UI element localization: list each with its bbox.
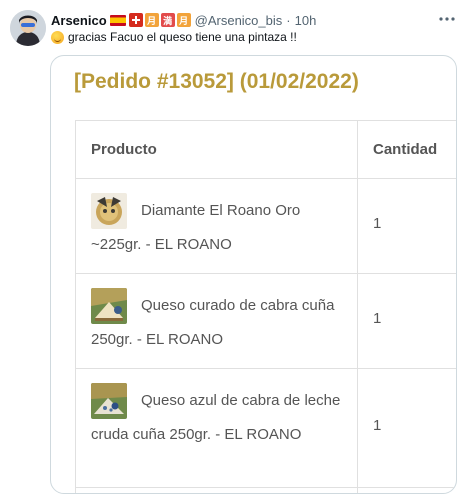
tweet-header: Arsenico 月 満 月 @Arsenico_bis · 10h bbox=[51, 11, 316, 29]
separator-dot: · bbox=[286, 12, 291, 28]
product-cell: Queso curado de cabra cuña 250gr. - EL R… bbox=[91, 288, 341, 356]
avatar-image-icon bbox=[10, 10, 46, 46]
more-icon bbox=[439, 17, 455, 21]
table-row: Queso curado de cabra cuña 250gr. - EL R… bbox=[76, 274, 456, 369]
display-name[interactable]: Arsenico bbox=[51, 13, 107, 28]
order-title: [Pedido #13052] (01/02/2022) bbox=[74, 70, 359, 93]
table-row: Queso azul de cabra de leche cruda cuña … bbox=[76, 369, 456, 488]
kanji-month-icon: 月 bbox=[176, 13, 191, 27]
avatar[interactable] bbox=[10, 10, 46, 46]
attached-image-card[interactable]: [Pedido #13052] (01/02/2022) Producto Ca… bbox=[50, 55, 457, 494]
more-options-button[interactable] bbox=[438, 10, 456, 28]
spain-flag-icon bbox=[109, 14, 126, 26]
tweet-text-content: gracias Facuo el queso tiene una pintaza… bbox=[68, 30, 297, 44]
table-header-row: Producto Cantidad bbox=[76, 121, 456, 179]
table-row: Diamante El Roano Oro ~225gr. - EL ROANO… bbox=[76, 179, 456, 274]
cheese-wedge-thumbnail bbox=[91, 288, 127, 324]
product-cell: Queso azul de cabra de leche cruda cuña … bbox=[91, 383, 341, 451]
product-name: Queso azul de cabra de leche cruda cuña … bbox=[91, 391, 341, 443]
column-header-producto: Producto bbox=[91, 141, 157, 158]
tweet-text: gracias Facuo el queso tiene una pintaza… bbox=[51, 30, 297, 44]
product-name: Queso curado de cabra cuña 250gr. - EL R… bbox=[91, 296, 335, 348]
cheese-wheel-thumbnail bbox=[91, 193, 127, 229]
quantity-cell: 1 bbox=[373, 310, 382, 327]
kanji-month-icon: 月 bbox=[144, 13, 159, 27]
swiss-flag-icon bbox=[128, 13, 143, 27]
product-cell: Diamante El Roano Oro ~225gr. - EL ROANO bbox=[91, 193, 341, 261]
blue-cheese-thumbnail bbox=[91, 383, 127, 419]
quantity-cell: 1 bbox=[373, 417, 382, 434]
kanji-full-icon: 満 bbox=[160, 13, 175, 27]
order-table: Producto Cantidad Diamante El Roano Oro … bbox=[75, 120, 456, 493]
quantity-cell: 1 bbox=[373, 215, 382, 232]
timestamp[interactable]: 10h bbox=[295, 13, 317, 28]
column-header-cantidad: Cantidad bbox=[373, 141, 438, 158]
smiling-face-icon bbox=[51, 30, 64, 44]
handle[interactable]: @Arsenico_bis bbox=[195, 13, 283, 28]
